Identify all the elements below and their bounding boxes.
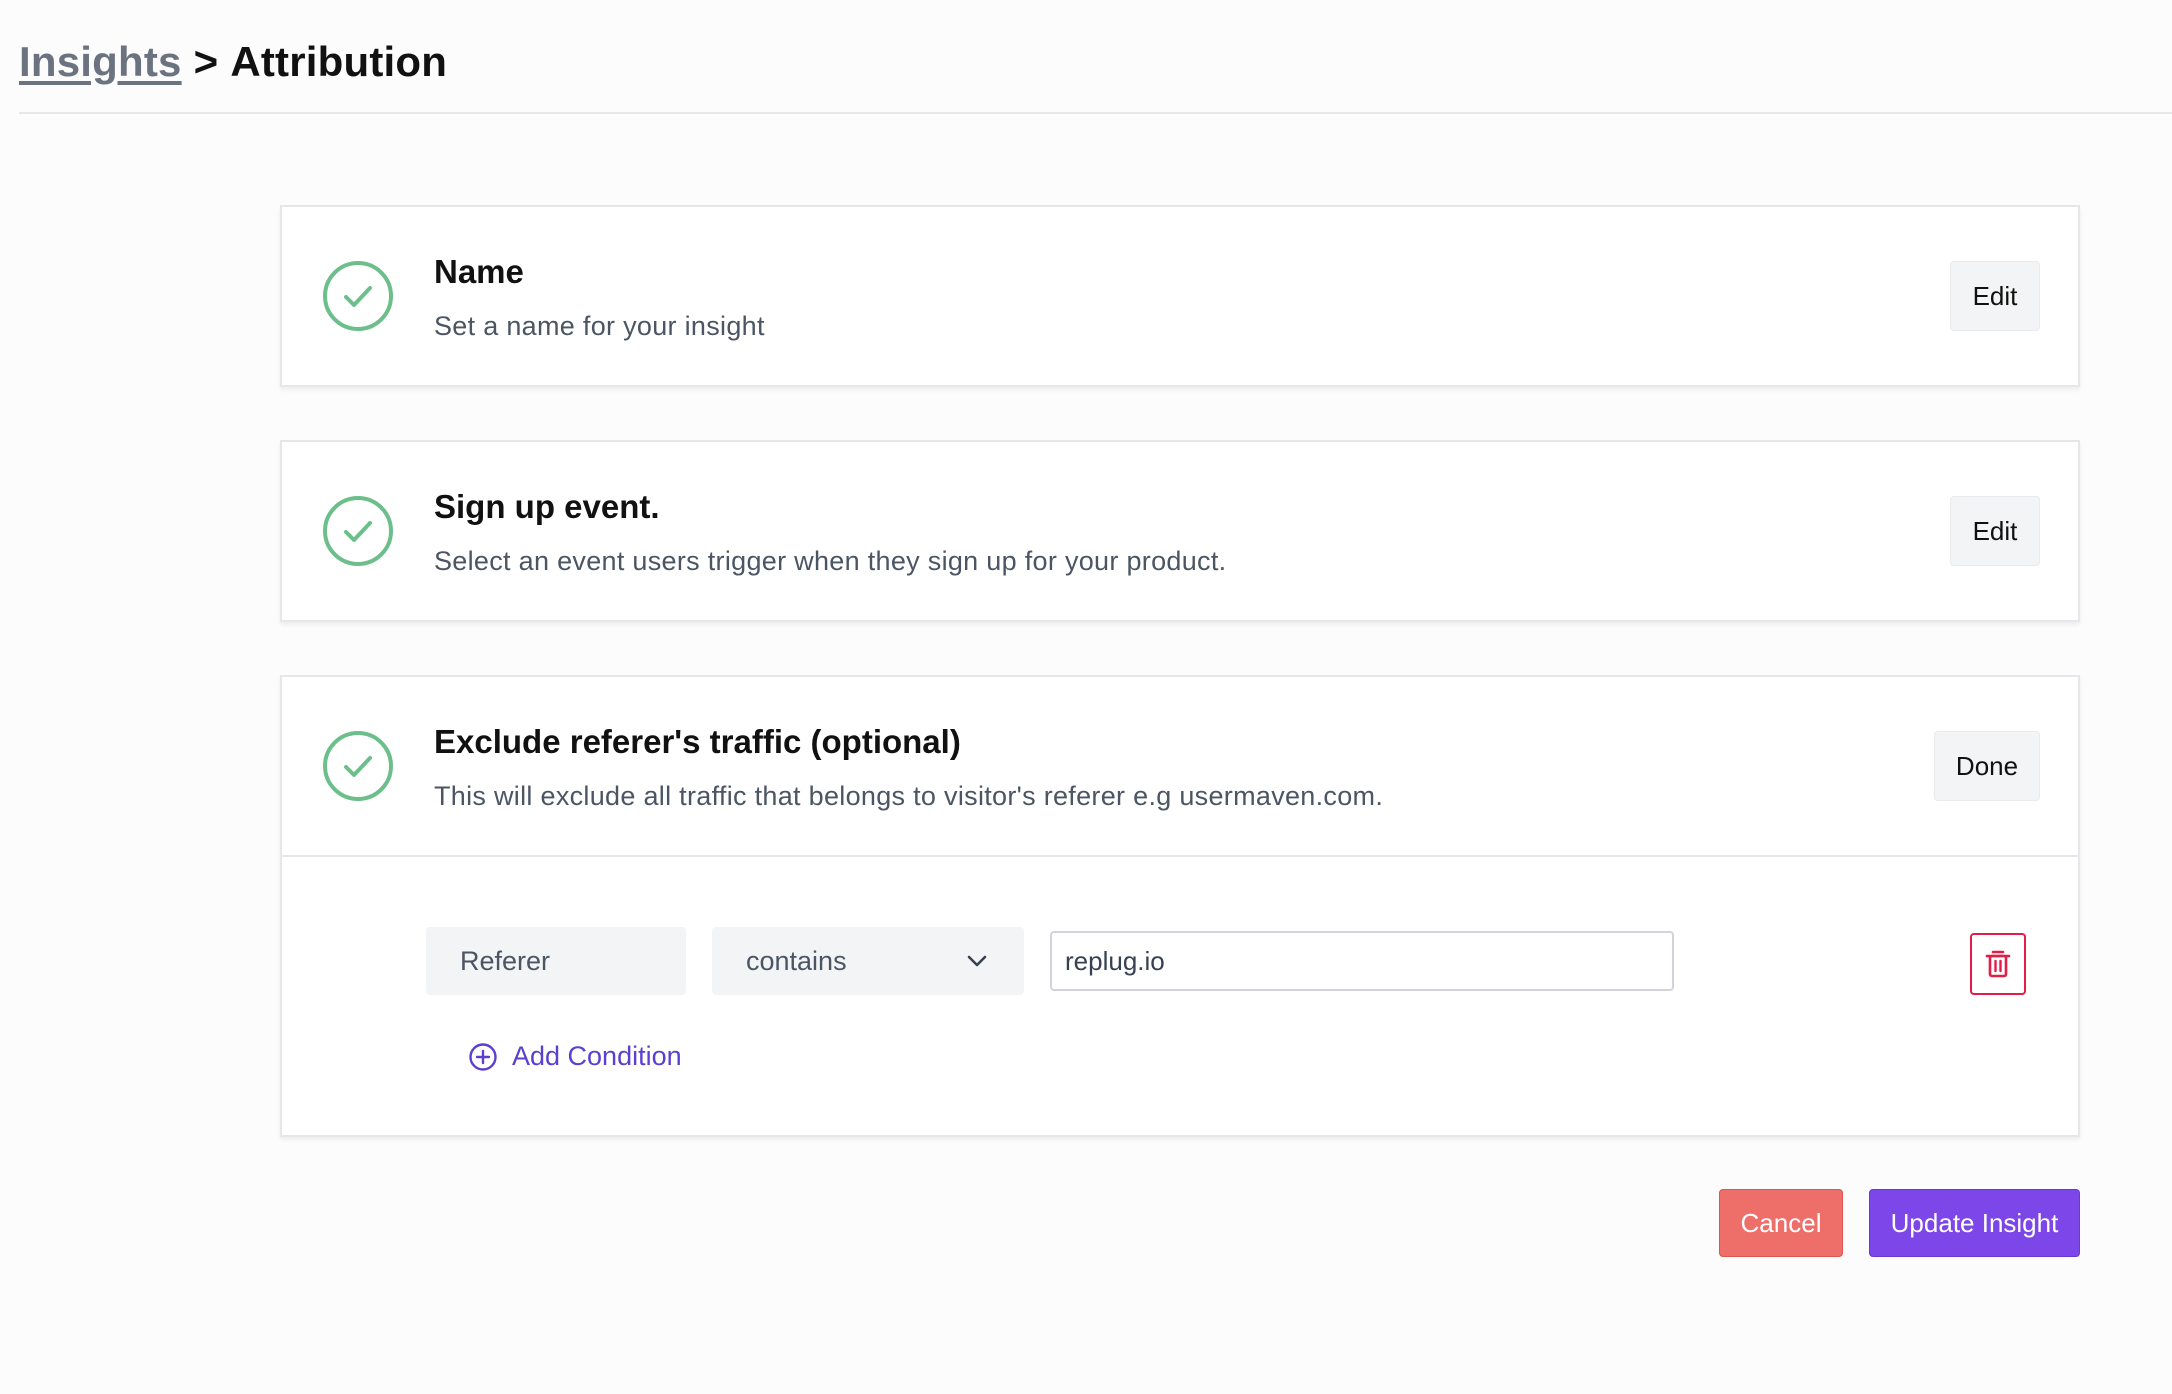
chevron-down-icon [964, 948, 990, 974]
trash-icon [1984, 949, 2012, 979]
condition-attribute-select[interactable]: Referer [426, 927, 686, 995]
step-card-name: Name Set a name for your insight Edit [280, 205, 2080, 387]
breadcrumb-current: Attribution [230, 38, 448, 85]
breadcrumb-separator: > [193, 38, 219, 85]
step-card-header: Exclude referer's traffic (optional) Thi… [282, 677, 2078, 855]
check-circle-icon [322, 730, 394, 802]
condition-value-input[interactable] [1050, 931, 1674, 991]
condition-editor: Referer contains Add Condition [282, 855, 2078, 1137]
step-title: Exclude referer's traffic (optional) [434, 723, 961, 760]
edit-name-button[interactable]: Edit [1950, 261, 2040, 331]
add-condition-label: Add Condition [512, 1041, 682, 1071]
page-header: Insights > Attribution [19, 0, 2172, 114]
delete-condition-button[interactable] [1970, 933, 2026, 995]
step-card-header: Name Set a name for your insight Edit [282, 207, 2078, 385]
update-insight-button[interactable]: Update Insight [1869, 1189, 2080, 1257]
edit-signup-event-button[interactable]: Edit [1950, 496, 2040, 566]
cancel-button[interactable]: Cancel [1719, 1189, 1843, 1257]
step-card-header: Sign up event. Select an event users tri… [282, 442, 2078, 620]
condition-operator-value: contains [746, 945, 847, 976]
plus-circle-icon [468, 1042, 498, 1072]
check-circle-icon [322, 260, 394, 332]
step-card-signup-event: Sign up event. Select an event users tri… [280, 440, 2080, 622]
step-card-exclude-referer: Exclude referer's traffic (optional) Thi… [280, 675, 2080, 1137]
step-title: Sign up event. [434, 488, 660, 525]
breadcrumb-link-insights[interactable]: Insights [19, 38, 182, 86]
step-title: Name [434, 253, 524, 290]
breadcrumb: Insights > Attribution [19, 38, 447, 86]
step-description: Select an event users trigger when they … [434, 546, 1227, 576]
step-description: This will exclude all traffic that belon… [434, 781, 1384, 811]
check-circle-icon [322, 495, 394, 567]
condition-operator-select[interactable]: contains [712, 927, 1024, 995]
done-button[interactable]: Done [1934, 731, 2040, 801]
condition-attribute-value: Referer [460, 945, 551, 976]
add-condition-button[interactable]: Add Condition [468, 1041, 682, 1072]
step-description: Set a name for your insight [434, 311, 765, 341]
